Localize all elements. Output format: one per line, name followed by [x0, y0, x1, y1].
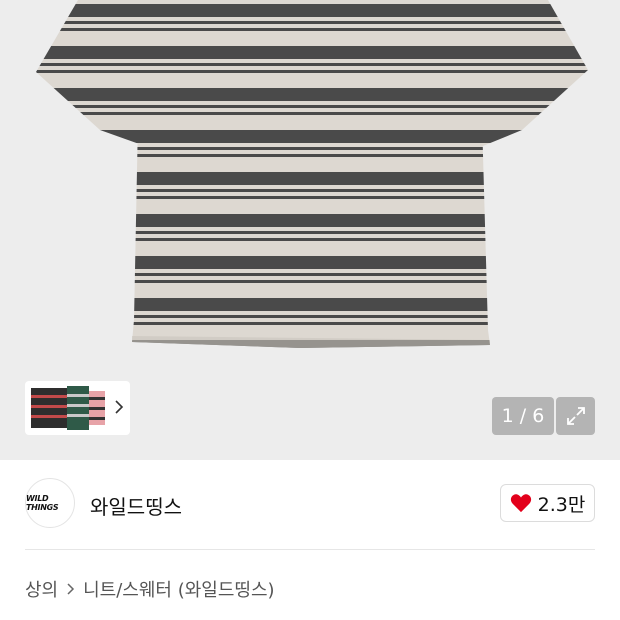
brand-logo[interactable]: WILD THINGS: [25, 478, 75, 528]
heart-icon: [510, 494, 531, 513]
breadcrumb: 상의 니트/스웨터 (와일드띵스): [25, 576, 275, 602]
page-indicator: 1 / 6: [492, 397, 554, 435]
breadcrumb-item-category[interactable]: 상의: [25, 576, 58, 602]
product-image-gallery[interactable]: 1 / 6: [0, 0, 620, 460]
expand-icon: [566, 407, 585, 425]
like-count: 2.3만: [537, 493, 586, 516]
like-button[interactable]: 2.3만: [500, 484, 595, 522]
chevron-right-icon: [66, 582, 75, 596]
expand-button[interactable]: [556, 397, 595, 435]
chevron-right-icon[interactable]: [114, 399, 124, 415]
thumbnail-strip[interactable]: [25, 381, 130, 435]
divider: [25, 549, 595, 550]
breadcrumb-item-subcategory[interactable]: 니트/스웨터 (와일드띵스): [83, 576, 274, 602]
thumbnail-image: [31, 386, 105, 430]
brand-logo-text: WILD THINGS: [26, 494, 59, 512]
brand-row: WILD THINGS 와일드띵스 2.3만: [0, 460, 620, 550]
brand-name[interactable]: 와일드띵스: [90, 491, 182, 520]
